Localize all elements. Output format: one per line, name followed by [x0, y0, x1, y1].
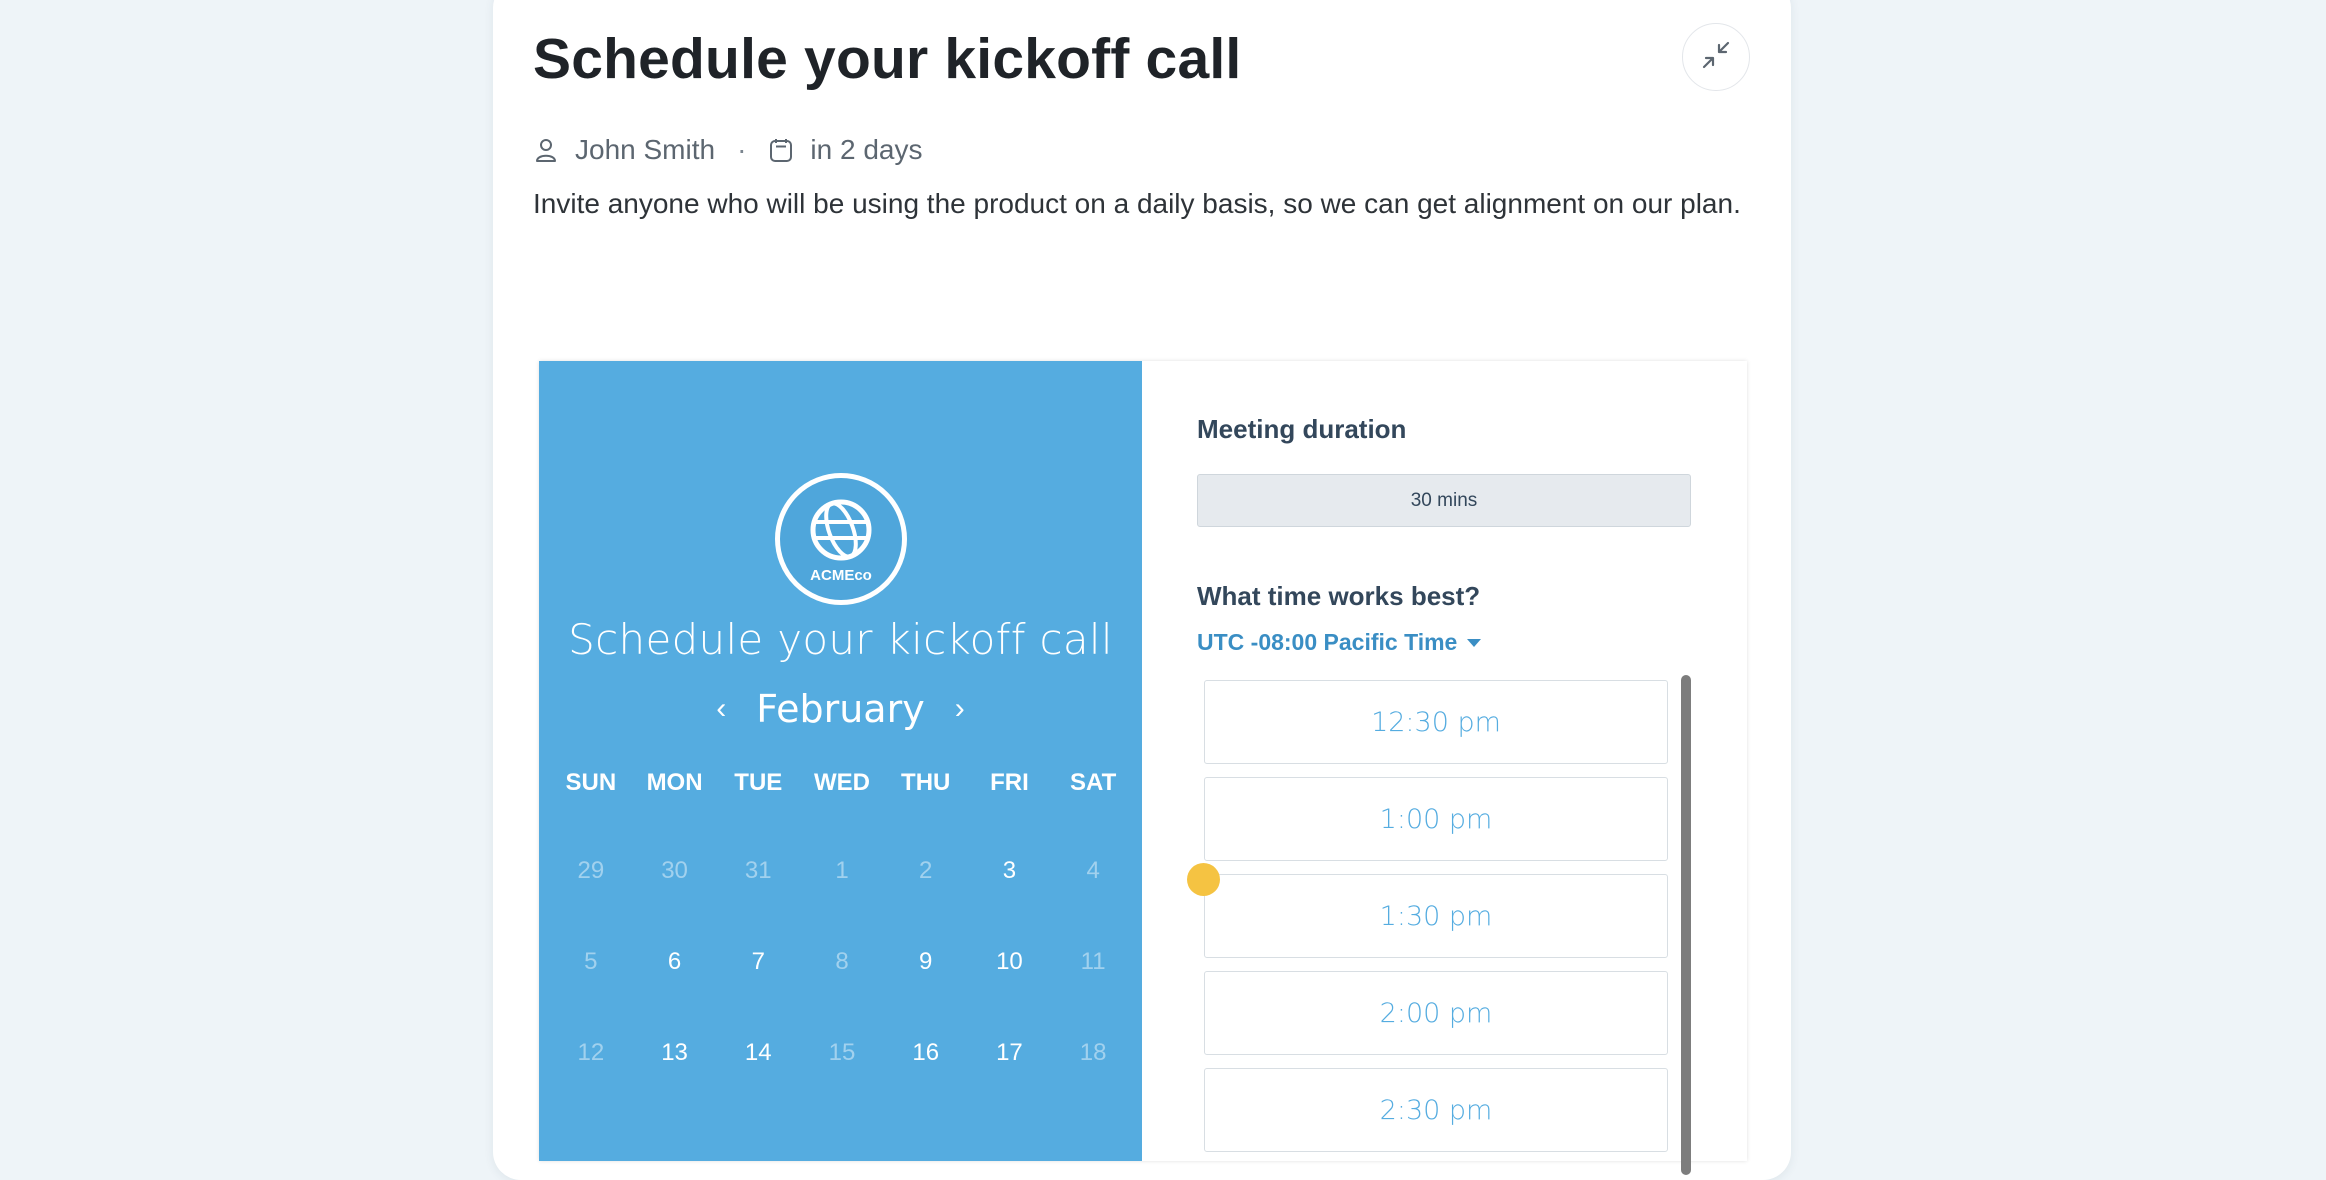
calendar-day[interactable]: 10	[968, 940, 1052, 1031]
timezone-label: UTC -08:00 Pacific Time	[1197, 629, 1458, 655]
time-slot-button[interactable]: 2:00 pm	[1204, 971, 1668, 1055]
logo-text: ACMEco	[810, 567, 872, 584]
calendar-day: 12	[577, 1039, 605, 1066]
collapse-icon	[1701, 40, 1731, 75]
calendar-day: 11	[1080, 948, 1106, 975]
scheduler-title: Schedule your kickoff call	[568, 615, 1113, 664]
calendar-day: 29	[577, 857, 605, 884]
month-navigation: ‹ February ›	[539, 687, 1142, 731]
calendar-day: 2	[919, 857, 933, 884]
calendar-day: 18	[1079, 1039, 1107, 1066]
time-slot-list: 12:30 pm 1:00 pm 1:30 pm 2:00 pm 2:30 pm	[1204, 680, 1668, 1165]
calendar-day: 31	[744, 857, 772, 884]
task-meta: John Smith · in 2 days	[533, 134, 922, 166]
meta-separator: ·	[737, 134, 747, 165]
time-panel: Meeting duration 30 mins What time works…	[1142, 361, 1747, 1175]
calendar-day: 5	[584, 948, 598, 975]
calendar-day[interactable]: 3	[968, 849, 1052, 940]
calendar-grid: SUN MON TUE WED THU FRI SAT 29 30 31 1 2 3 4 5 6 7 8 9 10 11…	[549, 761, 1135, 1122]
task-description: Invite anyone who will be using the prod…	[533, 188, 1741, 219]
task-card: Schedule your kickoff call John Smith ·	[493, 0, 1791, 1180]
weekday-header: FRI	[990, 769, 1029, 796]
time-label: What time works best?	[1197, 581, 1481, 611]
calendar-day[interactable]: 17	[968, 1031, 1052, 1122]
calendar-day: 4	[1086, 857, 1100, 884]
slot-scrollbar[interactable]	[1681, 675, 1691, 1175]
time-slot-button[interactable]: 1:30 pm	[1204, 874, 1668, 958]
calendar-day[interactable]: 6	[633, 940, 717, 1031]
calendar-day[interactable]: 13	[633, 1031, 717, 1122]
weekday-header: THU	[901, 769, 951, 796]
next-month-button[interactable]: ›	[955, 692, 965, 726]
weekday-header: SAT	[1070, 769, 1117, 796]
user-icon	[533, 137, 559, 163]
caret-down-icon	[1467, 638, 1482, 647]
weekday-header: SUN	[565, 769, 617, 796]
calendar-day[interactable]: 7	[716, 940, 800, 1031]
globe-logo: ACMEco	[775, 473, 907, 605]
calendar-day[interactable]: 9	[884, 940, 968, 1031]
calendar-day: 1	[835, 857, 849, 884]
weekday-header: TUE	[734, 769, 783, 796]
page-title: Schedule your kickoff call	[533, 27, 1242, 91]
calendar-day: 30	[661, 857, 688, 884]
calendar-day[interactable]: 16	[884, 1031, 968, 1122]
weekday-header: WED	[813, 769, 870, 796]
due-date: in 2 days	[810, 134, 923, 165]
time-slot-button[interactable]: 12:30 pm	[1204, 680, 1668, 764]
time-slot-button[interactable]: 2:30 pm	[1204, 1068, 1668, 1152]
weekday-header: MON	[646, 769, 703, 796]
collapse-button[interactable]	[1682, 23, 1750, 91]
duration-label: Meeting duration	[1197, 414, 1407, 444]
calendar-icon	[768, 137, 794, 163]
cursor-indicator	[1187, 863, 1220, 896]
owner-name: John Smith	[575, 134, 716, 165]
calendar-panel: ACMEco Schedule your kickoff call ‹ Febr…	[539, 361, 1142, 1161]
calendar-day[interactable]: 14	[716, 1031, 800, 1122]
prev-month-button[interactable]: ‹	[716, 692, 726, 726]
time-slot-button[interactable]: 1:00 pm	[1204, 777, 1668, 861]
calendar-day: 8	[835, 948, 849, 975]
meeting-scheduler: ACMEco Schedule your kickoff call ‹ Febr…	[539, 361, 1747, 1175]
month-label: February	[756, 687, 925, 731]
calendar-day: 15	[828, 1039, 856, 1066]
duration-selector[interactable]: 30 mins	[1197, 474, 1691, 527]
timezone-dropdown[interactable]: UTC -08:00 Pacific Time	[1197, 629, 1482, 656]
